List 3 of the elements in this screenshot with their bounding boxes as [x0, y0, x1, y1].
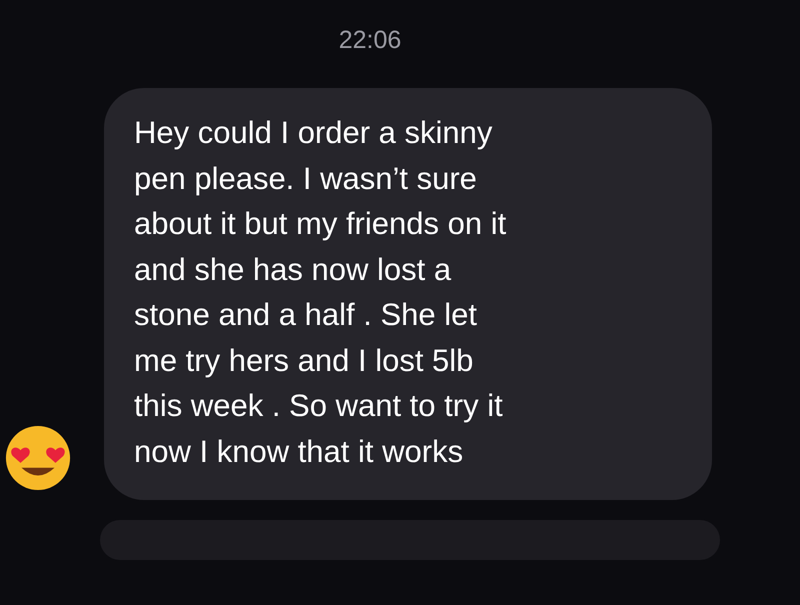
message-text: Hey could I order a skinny pen please. I wasn’t sure about it but my friends on it and she has now lost a stone and a half . She let me try hers and I lost 5lb this week . So want to try it now I know that it works [134, 114, 508, 470]
timestamp: 22:06 [338, 26, 402, 55]
heart-eyes-emoji-icon [4, 424, 72, 492]
